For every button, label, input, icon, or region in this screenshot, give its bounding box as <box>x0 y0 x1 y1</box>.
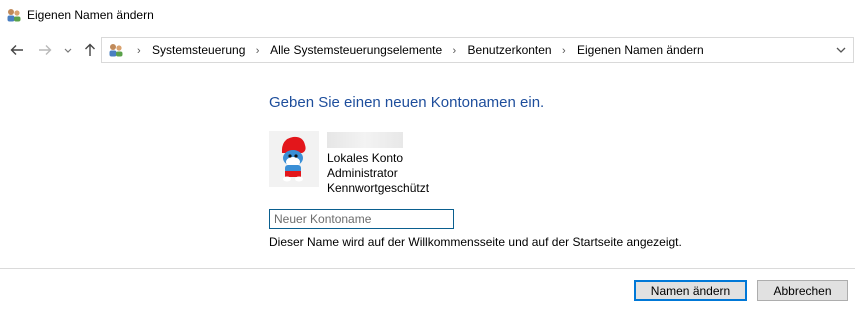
chevron-right-icon[interactable]: › <box>256 45 260 57</box>
chevron-right-icon[interactable]: › <box>453 45 457 57</box>
address-dropdown-icon[interactable] <box>835 43 847 60</box>
navigation-bar: › Systemsteuerung › Alle Systemsteuerung… <box>0 36 855 64</box>
account-info: Lokales Konto Administrator Kennwortgesc… <box>327 151 429 196</box>
cancel-button[interactable]: Abbrechen <box>757 280 848 301</box>
breadcrumb-current[interactable]: Eigenen Namen ändern <box>577 43 704 57</box>
chevron-right-icon[interactable]: › <box>137 45 141 57</box>
users-icon <box>109 44 123 57</box>
title-bar: Eigenen Namen ändern <box>0 0 855 30</box>
new-account-name-input[interactable] <box>269 209 454 229</box>
address-bar[interactable]: › Systemsteuerung › Alle Systemsteuerung… <box>101 37 854 63</box>
page-heading: Geben Sie einen neuen Kontonamen ein. <box>269 94 545 111</box>
rename-button[interactable]: Namen ändern <box>634 280 747 301</box>
avatar <box>269 131 319 187</box>
users-icon <box>7 9 21 22</box>
divider <box>0 268 855 269</box>
arrow-right-icon[interactable] <box>36 41 54 59</box>
breadcrumb-systemsteuerung[interactable]: Systemsteuerung <box>152 43 245 57</box>
arrow-left-icon[interactable] <box>8 41 26 59</box>
chevron-down-icon[interactable] <box>61 41 75 59</box>
name-hint-text: Dieser Name wird auf der Willkommensseit… <box>269 235 682 249</box>
breadcrumb: › Systemsteuerung › Alle Systemsteuerung… <box>130 43 704 57</box>
breadcrumb-benutzerkonten[interactable]: Benutzerkonten <box>468 43 552 57</box>
window-title: Eigenen Namen ändern <box>27 8 154 22</box>
account-type: Lokales Konto <box>327 151 404 165</box>
chevron-right-icon[interactable]: › <box>562 45 566 57</box>
arrow-up-icon[interactable] <box>81 41 99 59</box>
smurf-avatar-icon <box>281 136 306 182</box>
breadcrumb-alle-elemente[interactable]: Alle Systemsteuerungselemente <box>270 43 442 57</box>
account-role: Administrator <box>327 166 398 180</box>
account-protection: Kennwortgeschützt <box>327 181 430 195</box>
redacted-account-name <box>327 132 403 148</box>
